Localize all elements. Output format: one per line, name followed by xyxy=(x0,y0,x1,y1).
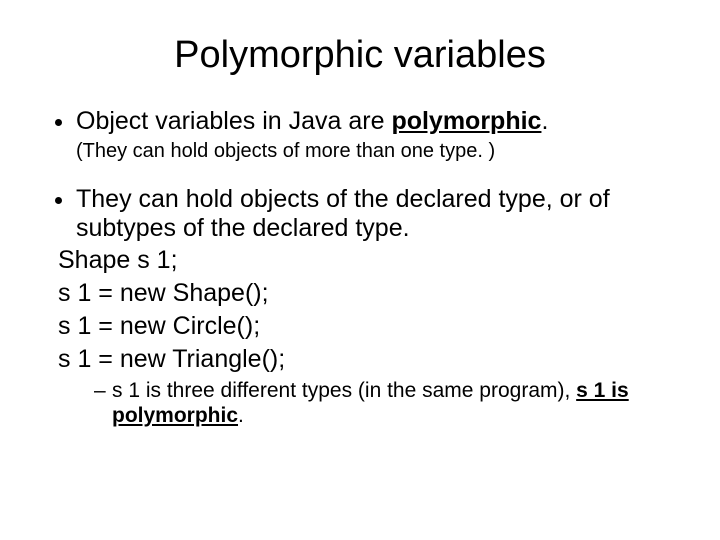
code-line-4: s 1 = new Triangle(); xyxy=(58,345,680,374)
dash-list: s 1 is three different types (in the sam… xyxy=(94,379,680,429)
bullet-1: Object variables in Java are polymorphic… xyxy=(76,107,680,136)
bullet-1-sub: (They can hold objects of more than one … xyxy=(76,140,680,163)
bullet-list: Object variables in Java are polymorphic… xyxy=(58,107,680,136)
bullet-1-prefix: Object variables in Java are xyxy=(76,107,391,135)
dash-1-suffix: . xyxy=(238,404,244,427)
bullet-2: They can hold objects of the declared ty… xyxy=(76,185,680,243)
dash-1: s 1 is three different types (in the sam… xyxy=(94,379,680,429)
code-line-3: s 1 = new Circle(); xyxy=(58,312,680,341)
code-line-1: Shape s 1; xyxy=(58,246,680,275)
code-line-2: s 1 = new Shape(); xyxy=(58,279,680,308)
bullet-list-2: They can hold objects of the declared ty… xyxy=(58,185,680,374)
slide: Polymorphic variables Object variables i… xyxy=(0,0,720,540)
bullet-1-emph: polymorphic xyxy=(391,107,541,135)
slide-title: Polymorphic variables xyxy=(40,34,680,77)
bullet-1-suffix: . xyxy=(541,107,548,135)
dash-1-prefix: s 1 is three different types (in the sam… xyxy=(112,379,576,402)
